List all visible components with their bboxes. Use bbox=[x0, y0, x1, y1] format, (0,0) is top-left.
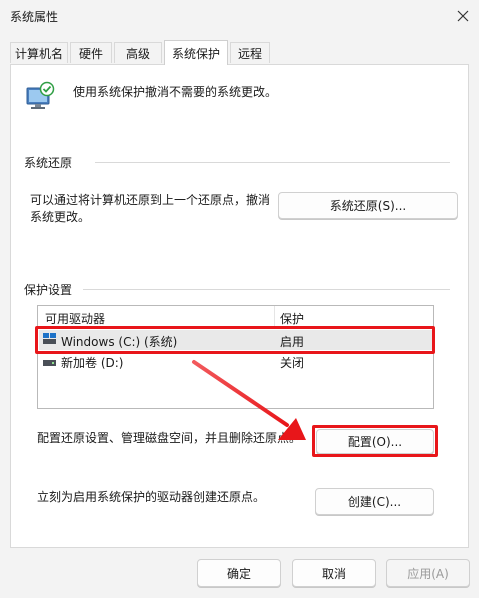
create-description: 立刻为启用系统保护的驱动器创建还原点。 bbox=[37, 490, 266, 504]
cancel-button[interactable]: 取消 bbox=[292, 559, 376, 587]
apply-button[interactable]: 应用(A) bbox=[386, 559, 470, 587]
create-button[interactable]: 创建(C)... bbox=[315, 488, 434, 515]
tab-system-protection[interactable]: 系统保护 bbox=[164, 40, 228, 65]
ok-button[interactable]: 确定 bbox=[197, 559, 281, 587]
